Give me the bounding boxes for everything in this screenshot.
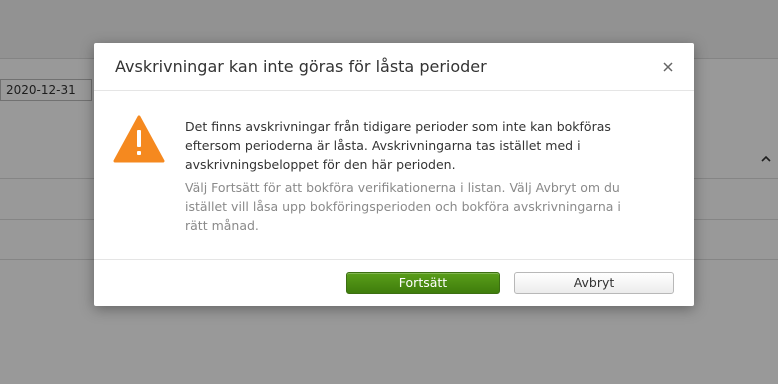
footer-divider [94, 259, 694, 260]
dialog-message: Det finns avskrivningar från tidigare pe… [185, 117, 625, 174]
warning-triangle-icon [113, 115, 165, 163]
message-line: eftersom perioderna är låsta. Avskrivnin… [185, 138, 581, 153]
close-icon[interactable] [660, 59, 676, 75]
cancel-button[interactable]: Avbryt [514, 272, 674, 294]
page: 2020-12-31 Avskrivningar kan inte göras … [0, 0, 778, 384]
hint-line: Välj Fortsätt för att bokföra verifikati… [185, 180, 620, 195]
dialog-hint: Välj Fortsätt för att bokföra verifikati… [185, 178, 625, 235]
hint-line: istället vill låsa upp bokföringsperiode… [185, 199, 621, 214]
hint-line: rätt månad. [185, 218, 259, 233]
message-line: Det finns avskrivningar från tidigare pe… [185, 119, 611, 134]
dialog-title: Avskrivningar kan inte göras för låsta p… [115, 57, 487, 76]
message-line: avskrivningsbeloppet för den här periode… [185, 157, 456, 172]
continue-button[interactable]: Fortsätt [346, 272, 500, 294]
dialog-header: Avskrivningar kan inte göras för låsta p… [94, 43, 694, 91]
locked-period-dialog: Avskrivningar kan inte göras för låsta p… [94, 43, 694, 306]
